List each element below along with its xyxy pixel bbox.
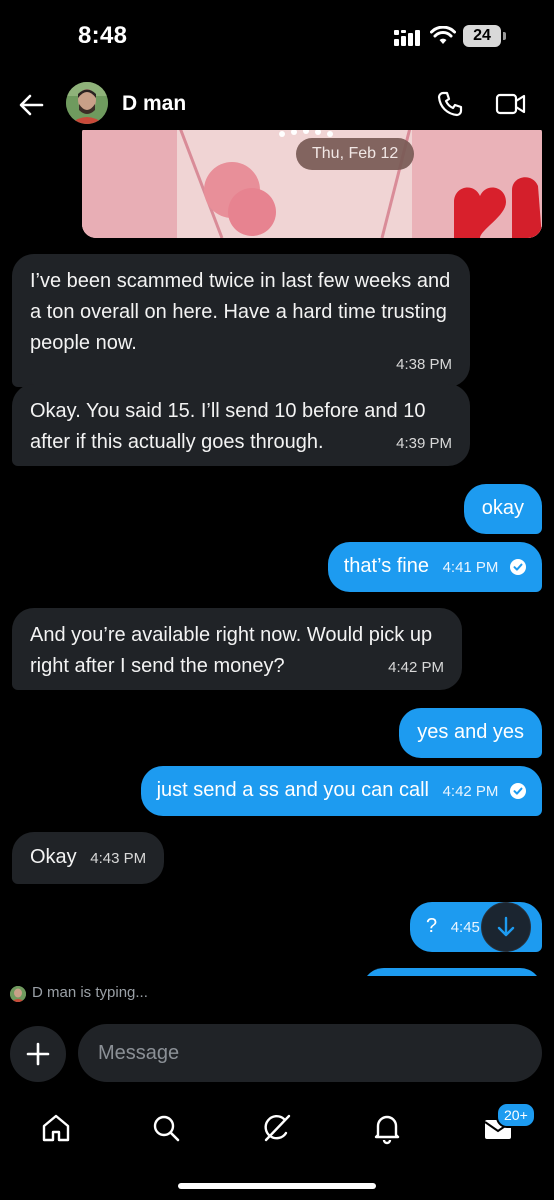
- bell-icon[interactable]: [367, 1108, 407, 1148]
- message-text: yes and yes: [417, 721, 524, 743]
- home-icon[interactable]: [36, 1108, 76, 1148]
- message-outgoing[interactable]: okay: [463, 484, 542, 534]
- message-outgoing[interactable]: that’s fine 4:41 PM: [327, 542, 542, 592]
- message-text: just send a ss and you can call: [156, 779, 429, 801]
- arrow-down-icon: [497, 916, 515, 937]
- add-attachment-button[interactable]: [10, 1026, 66, 1082]
- plus-icon: [26, 1042, 50, 1066]
- message-incoming[interactable]: I’ve been scammed twice in last few week…: [12, 254, 470, 387]
- message-text: I’ve been scammed twice in last few week…: [30, 270, 451, 354]
- chat-thread[interactable]: Thu, Feb 12 I’ve been scammed twice in l…: [0, 130, 554, 976]
- message-timestamp: 4:43 PM: [90, 850, 147, 867]
- bottom-nav: [0, 1100, 554, 1160]
- search-icon[interactable]: [146, 1108, 186, 1148]
- back-arrow-icon[interactable]: [16, 90, 46, 120]
- messages-badge: 20+: [496, 1102, 536, 1128]
- phone-icon[interactable]: [436, 90, 464, 118]
- message-outgoing[interactable]: just send a ss and you can call 4:42 PM: [140, 766, 542, 816]
- read-receipt-icon: [510, 559, 526, 575]
- message-timestamp: 4:41 PM: [442, 559, 499, 576]
- message-text: that’s fine: [343, 555, 429, 577]
- shared-image[interactable]: Thu, Feb 12: [82, 130, 542, 238]
- message-text: ?: [426, 915, 438, 937]
- wifi-icon: [430, 26, 456, 44]
- message-timestamp: 4:38 PM: [396, 356, 452, 373]
- grok-icon[interactable]: [257, 1108, 297, 1148]
- message-incoming[interactable]: Okay. You said 15. I’ll send 10 before a…: [12, 384, 470, 466]
- conversation-header: D man: [0, 78, 554, 130]
- typing-avatar: [10, 986, 26, 1002]
- message-text: okay: [481, 497, 524, 519]
- message-timestamp: 4:42 PM: [442, 783, 499, 800]
- scroll-to-bottom-button[interactable]: [481, 902, 531, 952]
- avatar[interactable]: [66, 82, 108, 124]
- date-divider: Thu, Feb 12: [296, 138, 415, 170]
- message-outgoing[interactable]: yes and yes: [399, 708, 542, 758]
- status-bar: 8:48 24: [0, 0, 554, 70]
- contact-name[interactable]: D man: [122, 92, 186, 116]
- signal-icon: [394, 30, 420, 46]
- message-input[interactable]: [78, 1024, 542, 1082]
- video-call-icon[interactable]: [495, 91, 527, 117]
- message-incoming[interactable]: Okay 4:43 PM: [12, 832, 165, 884]
- battery-nub: [503, 32, 506, 40]
- message-text: Okay: [30, 846, 77, 868]
- message-outgoing-partial[interactable]: [362, 968, 542, 976]
- status-time: 8:48: [78, 22, 128, 49]
- message-incoming[interactable]: And you’re available right now. Would pi…: [12, 608, 462, 690]
- read-receipt-icon: [510, 783, 526, 799]
- typing-text: D man is typing...: [32, 984, 148, 1001]
- battery-icon: 24: [463, 25, 501, 47]
- home-indicator: [178, 1183, 376, 1189]
